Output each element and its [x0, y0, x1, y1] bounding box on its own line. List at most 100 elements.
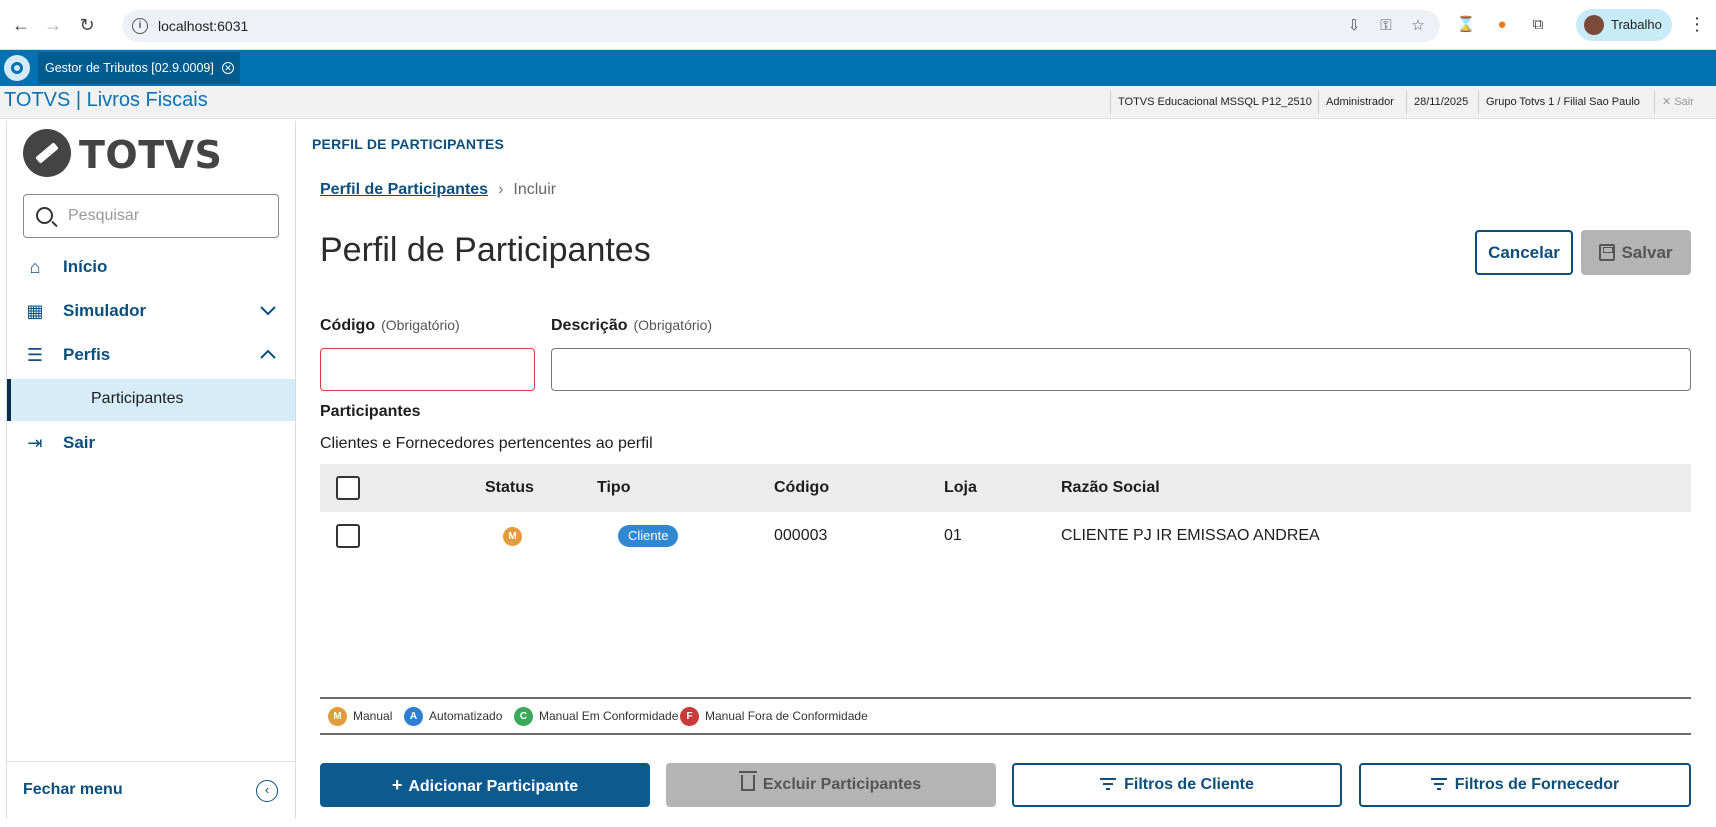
breadcrumb-current: Incluir: [513, 181, 557, 198]
sidebar-item-label: Sair: [63, 433, 96, 452]
close-menu-label: Fechar menu: [23, 781, 123, 798]
select-all-checkbox[interactable]: [336, 476, 360, 500]
app-tab-bar: Gestor de Tributos [02.9.0009] ✕: [0, 50, 1716, 86]
password-key-icon[interactable]: ⚿: [1376, 16, 1396, 36]
sidebar: TOTVS ⌂ Início ▦ Simulador ☰ Perfis Part…: [6, 121, 296, 819]
home-icon: ⌂: [29, 257, 41, 277]
breadcrumb-link[interactable]: Perfil de Participantes: [320, 181, 488, 198]
sidebar-item-label: Simulador: [63, 301, 147, 320]
address-bar[interactable]: i localhost:6031 ⇩ ⚿ ☆: [122, 10, 1440, 42]
page-title: Perfil de Participantes: [320, 231, 651, 269]
descricao-label: Descrição (Obrigatório): [551, 317, 712, 335]
legend-dot: C: [514, 707, 533, 727]
extensions-puzzle-icon[interactable]: ⧉: [1527, 14, 1549, 36]
row-checkbox[interactable]: [336, 524, 360, 548]
close-menu-button[interactable]: Fechar menu ‹: [7, 761, 295, 817]
codigo-cell: 000003: [774, 527, 828, 544]
add-participant-label: Adicionar Participante: [408, 778, 579, 795]
filter-icon: [1430, 778, 1447, 790]
sidebar-item-inicio[interactable]: ⌂ Início: [7, 247, 295, 287]
legend-label: Automatizado: [429, 709, 503, 723]
filter-icon: [1100, 778, 1117, 790]
tipo-tag: Cliente: [618, 525, 679, 547]
legend-dot: M: [328, 707, 347, 727]
reload-icon[interactable]: ↻: [76, 14, 98, 36]
status-legend: M Manual A Automatizado C Manual Em Conform…: [320, 697, 1691, 735]
required-hint: (Obrigatório): [381, 317, 460, 333]
chevron-down-icon: [260, 306, 276, 316]
orange-extension-icon[interactable]: ●: [1491, 14, 1513, 36]
brand-wordmark: TOTVS: [79, 133, 223, 177]
add-participant-button[interactable]: + Adicionar Participante: [320, 763, 650, 807]
legend-label: Manual Fora de Conformidade: [705, 709, 868, 723]
legend-label: Manual: [353, 709, 393, 723]
sidebar-item-perfis[interactable]: ☰ Perfis: [7, 335, 295, 375]
required-hint: (Obrigatório): [633, 317, 713, 333]
hourglass-extension-icon[interactable]: ⌛: [1455, 14, 1477, 36]
app-tab-title: Gestor de Tributos [02.9.0009]: [45, 61, 214, 75]
legend-item: C Manual Em Conformidade: [514, 706, 679, 727]
bookmark-star-icon[interactable]: ☆: [1408, 16, 1428, 36]
codigo-field[interactable]: [320, 348, 535, 391]
chevron-left-icon[interactable]: ‹: [256, 780, 278, 802]
descricao-label-text: Descrição: [551, 317, 628, 334]
save-disk-icon: [1599, 243, 1616, 261]
participants-table: Status Tipo Código Loja Razão Social M C…: [320, 464, 1691, 560]
column-header-codigo[interactable]: Código: [774, 464, 829, 512]
date-info: 28/11/2025: [1406, 90, 1475, 114]
avatar: [1584, 15, 1604, 35]
site-info-icon[interactable]: i: [132, 18, 148, 34]
browser-menu-icon[interactable]: ⋮: [1688, 14, 1706, 35]
save-button[interactable]: Salvar: [1581, 230, 1691, 275]
app-header: TOTVS | Livros Fiscais TOTVS Educacional…: [0, 86, 1716, 119]
close-icon: ✕: [1662, 96, 1672, 108]
logout-icon: ⇥: [27, 433, 43, 453]
exit-label: Sair: [1674, 96, 1694, 108]
column-header-loja[interactable]: Loja: [944, 464, 977, 512]
sidebar-item-label: Início: [63, 257, 108, 276]
plus-icon: +: [391, 775, 403, 795]
participants-subtitle: Clientes e Fornecedores pertencentes ao …: [320, 435, 653, 452]
search-input[interactable]: [68, 205, 268, 227]
table-row[interactable]: M Cliente 000003 01 CLIENTE PJ IR EMISSA…: [320, 512, 1691, 560]
participants-title: Participantes: [320, 403, 421, 420]
exit-button[interactable]: ✕ Sair: [1654, 90, 1701, 114]
save-label: Salvar: [1621, 242, 1673, 262]
legend-label: Manual Em Conformidade: [539, 709, 679, 723]
descricao-field[interactable]: [551, 348, 1691, 391]
app-title: TOTVS | Livros Fiscais: [4, 89, 208, 111]
back-arrow-icon[interactable]: ←: [10, 14, 32, 36]
legend-item: A Automatizado: [404, 706, 503, 727]
legend-item: F Manual Fora de Conformidade: [680, 706, 868, 727]
environment-info: TOTVS Educacional MSSQL P12_2510: [1110, 90, 1319, 114]
page-label: PERFIL DE PARTICIPANTES: [312, 136, 505, 152]
sidebar-item-sair[interactable]: ⇥ Sair: [7, 423, 295, 463]
cancel-button[interactable]: Cancelar: [1475, 230, 1573, 275]
user-info: Administrador: [1318, 90, 1401, 114]
supplier-filters-button[interactable]: Filtros de Fornecedor: [1359, 763, 1691, 807]
chevron-up-icon: [260, 349, 276, 359]
browser-toolbar: ← → ↻ i localhost:6031 ⇩ ⚿ ☆ ⌛ ● ⧉ Traba…: [0, 0, 1716, 50]
totvs-mark-icon: [23, 129, 71, 177]
install-app-icon[interactable]: ⇩: [1344, 16, 1364, 36]
app-tab[interactable]: Gestor de Tributos [02.9.0009] ✕: [38, 52, 240, 84]
column-header-status[interactable]: Status: [485, 464, 534, 512]
delete-participants-button[interactable]: Excluir Participantes: [666, 763, 996, 807]
legend-item: M Manual: [328, 706, 393, 727]
column-header-tipo[interactable]: Tipo: [597, 464, 630, 512]
forward-arrow-icon[interactable]: →: [42, 14, 64, 36]
totvs-logo-icon: [4, 55, 30, 81]
sidebar-item-simulador[interactable]: ▦ Simulador: [7, 291, 295, 331]
company-info: Grupo Totvs 1 / Filial Sao Paulo: [1478, 90, 1647, 114]
client-filters-label: Filtros de Cliente: [1124, 776, 1254, 793]
supplier-filters-label: Filtros de Fornecedor: [1454, 776, 1620, 793]
razao-social-cell: CLIENTE PJ IR EMISSAO ANDREA: [1061, 527, 1320, 544]
search-icon: [36, 207, 53, 224]
profile-button[interactable]: Trabalho: [1576, 9, 1672, 41]
column-header-razao-social[interactable]: Razão Social: [1061, 464, 1160, 512]
close-tab-icon[interactable]: ✕: [222, 62, 234, 74]
breadcrumb: Perfil de Participantes › Incluir: [320, 181, 556, 199]
legend-dot: F: [680, 707, 699, 727]
sidebar-subitem-participantes[interactable]: Participantes: [7, 379, 295, 421]
client-filters-button[interactable]: Filtros de Cliente: [1012, 763, 1342, 807]
